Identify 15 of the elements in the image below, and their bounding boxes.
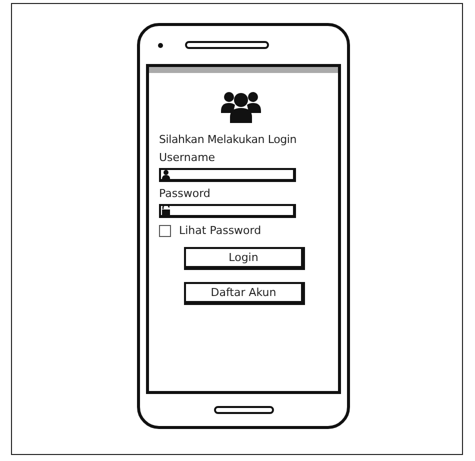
- checkbox[interactable]: [159, 224, 171, 236]
- password-field[interactable]: [159, 204, 296, 218]
- field-label: Password: [159, 187, 212, 200]
- register-button[interactable]: Daftar Akun: [184, 282, 305, 305]
- home-button[interactable]: [214, 406, 274, 414]
- lock-icon: [162, 205, 170, 215]
- heading: Silahkan Melakukan Login: [159, 133, 298, 146]
- checkbox-label: Lihat Password: [179, 224, 262, 237]
- login-button[interactable]: Login: [184, 247, 305, 270]
- field-label: Username: [159, 151, 216, 164]
- users-icon: [220, 91, 260, 123]
- camera-icon: [158, 42, 163, 48]
- text-field[interactable]: [159, 168, 296, 182]
- user-icon: [162, 170, 170, 179]
- speaker-icon: [185, 41, 269, 49]
